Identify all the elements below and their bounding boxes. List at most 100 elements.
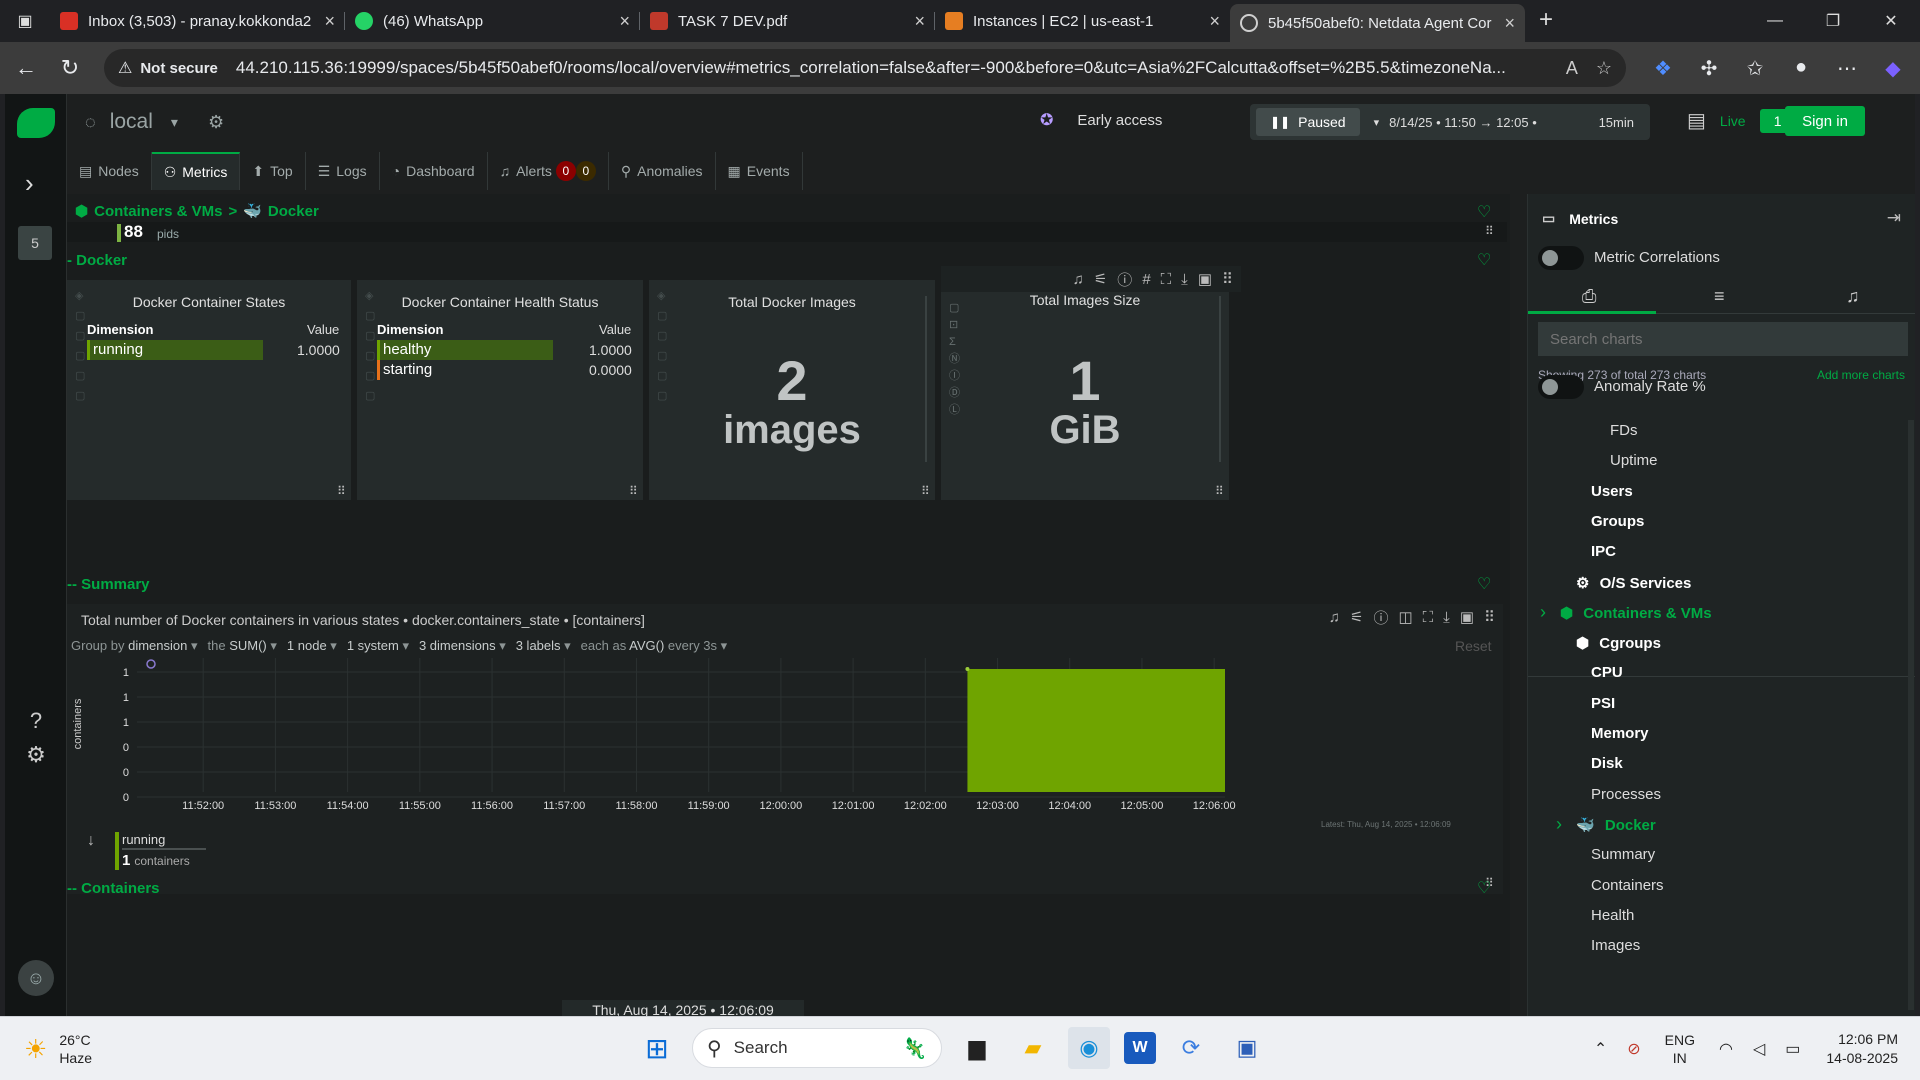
close-window-icon[interactable]: ✕ — [1862, 0, 1920, 42]
windows-start-icon[interactable]: ⊞ — [636, 1027, 678, 1069]
tree-item[interactable]: ⬢ Cgroups — [1576, 634, 1661, 652]
chart-type-icon[interactable]: ◫ — [1398, 608, 1412, 626]
tree-item[interactable]: CPU — [1591, 664, 1623, 681]
tree-item[interactable]: Processes — [1591, 786, 1661, 803]
file-explorer-icon[interactable]: ▰ — [1012, 1027, 1054, 1069]
filter-tab-icon[interactable]: ≡ — [1714, 286, 1725, 307]
search-charts-input[interactable] — [1538, 322, 1908, 356]
user-avatar-icon[interactable]: ☺ — [18, 960, 54, 996]
tree-item[interactable]: ⬢ Containers & VMs — [1560, 604, 1712, 622]
legend-arrow-icon[interactable]: ↓ — [87, 832, 95, 850]
tab-logs[interactable]: ☰ Logs — [306, 152, 380, 190]
back-icon[interactable]: ← — [4, 55, 48, 81]
restore-icon[interactable]: ❐ — [1804, 0, 1862, 42]
chevron-down-icon[interactable]: ▾ — [1374, 116, 1380, 129]
save-icon[interactable]: ▣ — [1198, 270, 1212, 288]
resize-handle-icon[interactable]: ⠿ — [1485, 224, 1494, 238]
info-icon[interactable]: ⓘ — [1373, 607, 1388, 628]
not-secure-label[interactable]: Not secure — [140, 60, 218, 77]
browser-tab-ec2[interactable]: Instances | EC2 | us-east-1 × — [935, 4, 1230, 38]
warning-icon[interactable]: ⚠ — [118, 58, 132, 78]
tab-actions-icon[interactable]: ▣ — [0, 0, 50, 42]
drag-handle-icon[interactable]: ⠿ — [1484, 608, 1495, 626]
filter-icon[interactable]: ⚟ — [1094, 270, 1107, 288]
tree-item[interactable]: Containers — [1591, 877, 1664, 894]
profile-icon[interactable]: ● — [1778, 56, 1824, 81]
tab-anomalies[interactable]: ⚲ Anomalies — [609, 152, 716, 190]
help-icon[interactable]: ? — [5, 708, 67, 734]
security-alert-icon[interactable]: ⊘ — [1627, 1039, 1640, 1059]
tree-item[interactable]: Memory — [1591, 725, 1649, 742]
settings-icon[interactable]: ⚙ — [5, 742, 67, 768]
expand-chevron-icon[interactable]: › — [1556, 815, 1562, 833]
tray-overflow-icon[interactable]: ⌃ — [1594, 1039, 1607, 1059]
resize-handle-icon[interactable]: ⠿ — [629, 484, 638, 498]
resize-handle-icon[interactable]: ⠿ — [921, 484, 930, 498]
expand-chevron-icon[interactable]: › — [25, 168, 34, 199]
alert-bell-icon[interactable]: ♫ — [1073, 271, 1084, 288]
heart-icon[interactable]: ♡ — [1477, 202, 1491, 222]
task-view-icon[interactable]: ▆ — [956, 1027, 998, 1069]
tree-item[interactable]: Images — [1591, 937, 1640, 954]
info-icon[interactable]: ⓘ — [1117, 269, 1132, 290]
close-tab-icon[interactable]: × — [324, 11, 335, 32]
resize-handle-icon[interactable]: ⠿ — [337, 484, 346, 498]
browser-tab-netdata[interactable]: 5b45f50abef0: Netdata Agent Cor × — [1230, 4, 1525, 42]
resize-handle-icon[interactable]: ⠿ — [1215, 484, 1224, 498]
anomaly-rate-toggle[interactable] — [1538, 375, 1584, 399]
language-indicator[interactable]: ENG IN — [1665, 1031, 1695, 1067]
new-tab-button[interactable]: + — [1539, 6, 1553, 34]
heart-icon[interactable]: ♡ — [1477, 574, 1491, 594]
breadcrumb-leaf[interactable]: Docker — [268, 203, 319, 220]
heart-icon[interactable]: ♡ — [1477, 250, 1491, 270]
tab-metrics[interactable]: ⚇ Metrics — [151, 152, 241, 190]
extension-icon[interactable]: ❖ — [1640, 56, 1686, 81]
volume-icon[interactable]: ◁ — [1753, 1039, 1765, 1059]
sign-in-button[interactable]: Sign in — [1785, 106, 1865, 136]
expand-chevron-icon[interactable]: › — [1540, 603, 1546, 621]
space-badge[interactable]: 5 — [18, 226, 52, 260]
hash-icon[interactable]: # — [1142, 271, 1150, 288]
netdata-logo[interactable] — [17, 108, 55, 138]
time-range[interactable]: 8/14/25 • 11:50 → 12:05 • — [1389, 115, 1598, 130]
favorite-star-icon[interactable]: ☆ — [1596, 58, 1612, 79]
tree-item[interactable]: FDs — [1610, 422, 1638, 439]
read-aloud-icon[interactable]: A — [1566, 58, 1578, 79]
battery-icon[interactable]: ▭ — [1785, 1039, 1800, 1059]
address-bar[interactable]: ⚠ Not secure 44.210.115.36:19999/spaces/… — [104, 49, 1626, 87]
tab-top[interactable]: ⬆ Top — [240, 152, 306, 190]
tree-item[interactable]: Disk — [1591, 755, 1623, 772]
tree-item[interactable]: PSI — [1591, 695, 1615, 712]
section-containers[interactable]: -- Containers — [67, 880, 160, 897]
drag-handle-icon[interactable]: ⠿ — [1222, 270, 1233, 288]
collapse-panel-icon[interactable]: ⇥ — [1887, 208, 1901, 228]
browser-tab-pdf[interactable]: TASK 7 DEV.pdf × — [640, 4, 935, 38]
fullscreen-icon[interactable]: ⛶ — [1423, 609, 1434, 626]
tree-item[interactable]: 🐳 Docker — [1576, 816, 1656, 834]
browser-tab-whatsapp[interactable]: (46) WhatsApp × — [345, 4, 640, 38]
clock[interactable]: 12:06 PM 14-08-2025 — [1826, 1030, 1898, 1068]
tab-nodes[interactable]: ▤ Nodes — [67, 152, 152, 190]
close-tab-icon[interactable]: × — [1209, 11, 1220, 32]
room-selector[interactable]: ◌ local ▾ ⚙ — [85, 110, 224, 134]
wifi-icon[interactable]: ◠ — [1719, 1039, 1733, 1059]
tree-item[interactable]: Health — [1591, 907, 1634, 924]
puzzle-icon[interactable]: ✣ — [1686, 56, 1732, 81]
close-tab-icon[interactable]: × — [619, 11, 630, 32]
alert-bell-icon[interactable]: ♫ — [1329, 609, 1340, 626]
sync-app-icon[interactable]: ⟳ — [1170, 1027, 1212, 1069]
duration[interactable]: 15min — [1599, 115, 1634, 130]
tree-item[interactable]: ⚙ O/S Services — [1576, 574, 1691, 592]
favorites-icon[interactable]: ✩ — [1732, 56, 1778, 81]
save-icon[interactable]: ▣ — [1460, 608, 1474, 626]
copilot-icon[interactable]: ◆ — [1870, 56, 1916, 81]
tree-item[interactable]: Users — [1591, 483, 1633, 500]
weather-widget[interactable]: ☀ 26°C Haze — [24, 1031, 92, 1067]
nodes-tab-icon[interactable]: ⎙ — [1582, 286, 1596, 307]
edge-browser-icon[interactable]: ◉ — [1068, 1027, 1110, 1069]
word-icon[interactable]: W — [1124, 1032, 1156, 1064]
minimize-icon[interactable]: — — [1746, 0, 1804, 42]
browser-tab-gmail[interactable]: Inbox (3,503) - pranay.kokkonda2 × — [50, 4, 345, 38]
tree-item[interactable]: Uptime — [1610, 452, 1658, 469]
section-summary[interactable]: -- Summary — [67, 576, 150, 593]
